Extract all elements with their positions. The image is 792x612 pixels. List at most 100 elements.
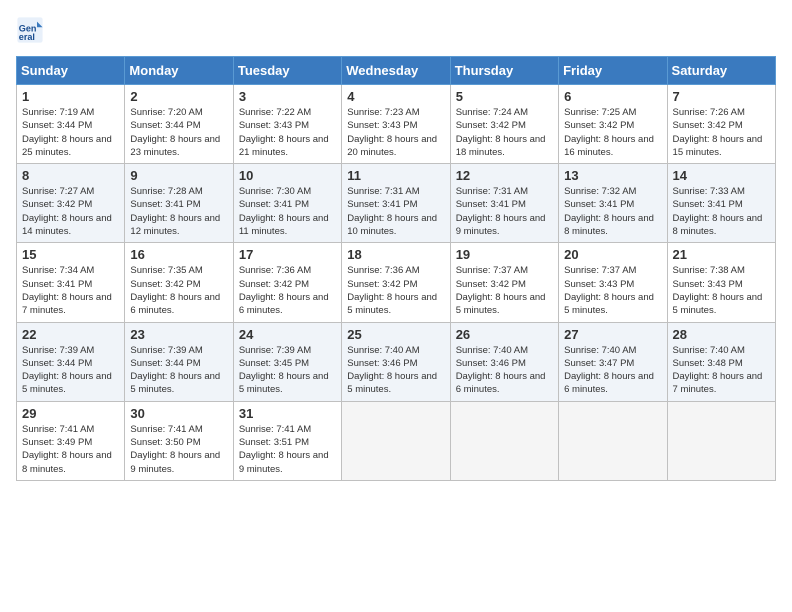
day-info: Sunrise: 7:40 AMSunset: 3:46 PMDaylight:…	[347, 345, 437, 396]
day-number: 17	[239, 247, 336, 262]
day-number: 26	[456, 327, 553, 342]
weekday-header: Saturday	[667, 57, 775, 85]
day-info: Sunrise: 7:35 AMSunset: 3:42 PMDaylight:…	[130, 265, 220, 316]
calendar-day-cell: 11 Sunrise: 7:31 AMSunset: 3:41 PMDaylig…	[342, 164, 450, 243]
weekday-header-row: SundayMondayTuesdayWednesdayThursdayFrid…	[17, 57, 776, 85]
day-info: Sunrise: 7:32 AMSunset: 3:41 PMDaylight:…	[564, 186, 654, 237]
day-info: Sunrise: 7:38 AMSunset: 3:43 PMDaylight:…	[673, 265, 763, 316]
calendar-table: SundayMondayTuesdayWednesdayThursdayFrid…	[16, 56, 776, 481]
day-info: Sunrise: 7:31 AMSunset: 3:41 PMDaylight:…	[456, 186, 546, 237]
day-number: 2	[130, 89, 227, 104]
day-number: 8	[22, 168, 119, 183]
day-number: 6	[564, 89, 661, 104]
calendar-day-cell	[342, 401, 450, 480]
day-number: 9	[130, 168, 227, 183]
calendar-day-cell: 12 Sunrise: 7:31 AMSunset: 3:41 PMDaylig…	[450, 164, 558, 243]
day-number: 13	[564, 168, 661, 183]
calendar-day-cell: 20 Sunrise: 7:37 AMSunset: 3:43 PMDaylig…	[559, 243, 667, 322]
day-info: Sunrise: 7:41 AMSunset: 3:50 PMDaylight:…	[130, 424, 220, 475]
calendar-day-cell: 6 Sunrise: 7:25 AMSunset: 3:42 PMDayligh…	[559, 85, 667, 164]
calendar-week-row: 1 Sunrise: 7:19 AMSunset: 3:44 PMDayligh…	[17, 85, 776, 164]
day-number: 5	[456, 89, 553, 104]
calendar-day-cell: 19 Sunrise: 7:37 AMSunset: 3:42 PMDaylig…	[450, 243, 558, 322]
day-number: 16	[130, 247, 227, 262]
day-number: 18	[347, 247, 444, 262]
logo-icon: Gen eral	[16, 16, 44, 44]
calendar-day-cell: 13 Sunrise: 7:32 AMSunset: 3:41 PMDaylig…	[559, 164, 667, 243]
calendar-day-cell: 14 Sunrise: 7:33 AMSunset: 3:41 PMDaylig…	[667, 164, 775, 243]
calendar-day-cell: 9 Sunrise: 7:28 AMSunset: 3:41 PMDayligh…	[125, 164, 233, 243]
day-info: Sunrise: 7:37 AMSunset: 3:43 PMDaylight:…	[564, 265, 654, 316]
weekday-header: Thursday	[450, 57, 558, 85]
day-number: 10	[239, 168, 336, 183]
page-header: Gen eral	[16, 16, 776, 44]
day-info: Sunrise: 7:28 AMSunset: 3:41 PMDaylight:…	[130, 186, 220, 237]
day-info: Sunrise: 7:40 AMSunset: 3:46 PMDaylight:…	[456, 345, 546, 396]
day-number: 25	[347, 327, 444, 342]
calendar-week-row: 29 Sunrise: 7:41 AMSunset: 3:49 PMDaylig…	[17, 401, 776, 480]
calendar-day-cell: 25 Sunrise: 7:40 AMSunset: 3:46 PMDaylig…	[342, 322, 450, 401]
day-number: 31	[239, 406, 336, 421]
day-info: Sunrise: 7:26 AMSunset: 3:42 PMDaylight:…	[673, 107, 763, 158]
day-number: 15	[22, 247, 119, 262]
day-info: Sunrise: 7:19 AMSunset: 3:44 PMDaylight:…	[22, 107, 112, 158]
day-number: 23	[130, 327, 227, 342]
calendar-day-cell: 29 Sunrise: 7:41 AMSunset: 3:49 PMDaylig…	[17, 401, 125, 480]
calendar-day-cell	[450, 401, 558, 480]
calendar-day-cell: 15 Sunrise: 7:34 AMSunset: 3:41 PMDaylig…	[17, 243, 125, 322]
weekday-header: Tuesday	[233, 57, 341, 85]
day-info: Sunrise: 7:34 AMSunset: 3:41 PMDaylight:…	[22, 265, 112, 316]
calendar-day-cell: 4 Sunrise: 7:23 AMSunset: 3:43 PMDayligh…	[342, 85, 450, 164]
calendar-day-cell	[667, 401, 775, 480]
day-number: 30	[130, 406, 227, 421]
weekday-header: Friday	[559, 57, 667, 85]
day-info: Sunrise: 7:39 AMSunset: 3:45 PMDaylight:…	[239, 345, 329, 396]
calendar-week-row: 8 Sunrise: 7:27 AMSunset: 3:42 PMDayligh…	[17, 164, 776, 243]
day-info: Sunrise: 7:30 AMSunset: 3:41 PMDaylight:…	[239, 186, 329, 237]
calendar-day-cell: 3 Sunrise: 7:22 AMSunset: 3:43 PMDayligh…	[233, 85, 341, 164]
calendar-day-cell: 22 Sunrise: 7:39 AMSunset: 3:44 PMDaylig…	[17, 322, 125, 401]
day-number: 24	[239, 327, 336, 342]
calendar-day-cell: 24 Sunrise: 7:39 AMSunset: 3:45 PMDaylig…	[233, 322, 341, 401]
day-info: Sunrise: 7:33 AMSunset: 3:41 PMDaylight:…	[673, 186, 763, 237]
day-info: Sunrise: 7:36 AMSunset: 3:42 PMDaylight:…	[347, 265, 437, 316]
calendar-day-cell: 18 Sunrise: 7:36 AMSunset: 3:42 PMDaylig…	[342, 243, 450, 322]
calendar-day-cell: 7 Sunrise: 7:26 AMSunset: 3:42 PMDayligh…	[667, 85, 775, 164]
calendar-day-cell: 28 Sunrise: 7:40 AMSunset: 3:48 PMDaylig…	[667, 322, 775, 401]
calendar-day-cell: 17 Sunrise: 7:36 AMSunset: 3:42 PMDaylig…	[233, 243, 341, 322]
day-number: 28	[673, 327, 770, 342]
day-info: Sunrise: 7:23 AMSunset: 3:43 PMDaylight:…	[347, 107, 437, 158]
day-number: 14	[673, 168, 770, 183]
calendar-day-cell: 16 Sunrise: 7:35 AMSunset: 3:42 PMDaylig…	[125, 243, 233, 322]
day-number: 7	[673, 89, 770, 104]
day-number: 12	[456, 168, 553, 183]
day-info: Sunrise: 7:40 AMSunset: 3:47 PMDaylight:…	[564, 345, 654, 396]
day-info: Sunrise: 7:20 AMSunset: 3:44 PMDaylight:…	[130, 107, 220, 158]
day-info: Sunrise: 7:31 AMSunset: 3:41 PMDaylight:…	[347, 186, 437, 237]
day-number: 29	[22, 406, 119, 421]
calendar-week-row: 15 Sunrise: 7:34 AMSunset: 3:41 PMDaylig…	[17, 243, 776, 322]
calendar-week-row: 22 Sunrise: 7:39 AMSunset: 3:44 PMDaylig…	[17, 322, 776, 401]
day-info: Sunrise: 7:27 AMSunset: 3:42 PMDaylight:…	[22, 186, 112, 237]
day-number: 20	[564, 247, 661, 262]
calendar-day-cell: 26 Sunrise: 7:40 AMSunset: 3:46 PMDaylig…	[450, 322, 558, 401]
day-info: Sunrise: 7:39 AMSunset: 3:44 PMDaylight:…	[22, 345, 112, 396]
weekday-header: Monday	[125, 57, 233, 85]
day-info: Sunrise: 7:22 AMSunset: 3:43 PMDaylight:…	[239, 107, 329, 158]
weekday-header: Wednesday	[342, 57, 450, 85]
day-number: 3	[239, 89, 336, 104]
day-info: Sunrise: 7:40 AMSunset: 3:48 PMDaylight:…	[673, 345, 763, 396]
weekday-header: Sunday	[17, 57, 125, 85]
day-info: Sunrise: 7:36 AMSunset: 3:42 PMDaylight:…	[239, 265, 329, 316]
day-number: 21	[673, 247, 770, 262]
day-info: Sunrise: 7:41 AMSunset: 3:51 PMDaylight:…	[239, 424, 329, 475]
day-number: 22	[22, 327, 119, 342]
calendar-day-cell: 27 Sunrise: 7:40 AMSunset: 3:47 PMDaylig…	[559, 322, 667, 401]
calendar-day-cell: 23 Sunrise: 7:39 AMSunset: 3:44 PMDaylig…	[125, 322, 233, 401]
day-number: 27	[564, 327, 661, 342]
day-number: 1	[22, 89, 119, 104]
calendar-day-cell: 31 Sunrise: 7:41 AMSunset: 3:51 PMDaylig…	[233, 401, 341, 480]
day-info: Sunrise: 7:37 AMSunset: 3:42 PMDaylight:…	[456, 265, 546, 316]
calendar-day-cell: 1 Sunrise: 7:19 AMSunset: 3:44 PMDayligh…	[17, 85, 125, 164]
svg-text:eral: eral	[19, 32, 35, 42]
